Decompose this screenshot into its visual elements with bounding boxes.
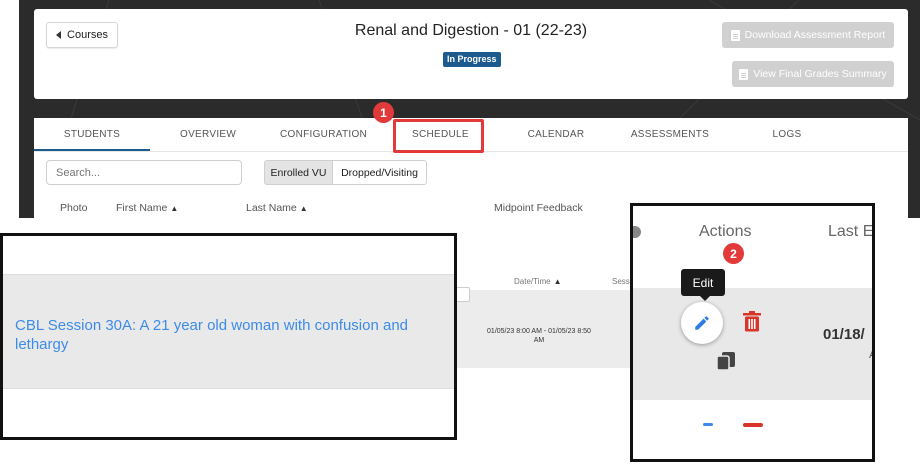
filter-input[interactable]: [455, 287, 470, 302]
last-edited-date: 01/18/: [823, 326, 865, 343]
zoom-panel-actions: Actions Last E Edit 01/18/ A: [630, 203, 875, 462]
course-header: Courses Renal and Digestion - 01 (22-23)…: [34, 9, 908, 99]
column-photo: Photo: [60, 202, 88, 214]
tab-calendar[interactable]: CALENDAR: [526, 129, 586, 140]
tab-students[interactable]: STUDENTS: [60, 129, 124, 140]
tab-assessments[interactable]: ASSESSMENTS: [630, 129, 710, 140]
trash-icon: [743, 311, 761, 332]
session-title-link[interactable]: CBL Session 30A: A 21 year old woman wit…: [15, 316, 445, 354]
grades-button-label: View Final Grades Summary: [753, 68, 887, 80]
column-first-name-label: First Name: [116, 202, 168, 214]
column-date-time-label: Date/Time: [514, 277, 551, 286]
last-edited-time: A: [869, 349, 872, 361]
sort-icon: [633, 226, 641, 238]
copy-icon: [716, 352, 735, 371]
document-icon: [730, 29, 740, 41]
sort-ascending-icon: ▲: [553, 277, 562, 286]
download-button-label: Download Assessment Report: [744, 29, 886, 41]
schedule-tab-highlight: [393, 119, 484, 153]
row-date-time: 01/05/23 8:00 AM - 01/05/23 8:50 AM: [487, 328, 591, 344]
column-first-name[interactable]: First Name ▲︎: [116, 202, 178, 214]
column-last-name-label: Last Name: [246, 202, 297, 214]
copy-button[interactable]: [716, 351, 736, 376]
table-row: [633, 288, 872, 400]
active-tab-indicator: [34, 149, 150, 151]
pencil-icon: [695, 316, 709, 330]
sort-icon: ▲︎: [170, 204, 179, 213]
download-assessment-report-button[interactable]: Download Assessment Report: [722, 22, 894, 48]
tab-configuration[interactable]: CONFIGURATION: [280, 129, 367, 140]
zoom-panel-session: CBL Session 30A: A 21 year old woman wit…: [0, 233, 457, 440]
tab-overview[interactable]: OVERVIEW: [180, 129, 236, 140]
column-session: Sess: [612, 277, 630, 286]
edit-tooltip: Edit: [681, 269, 725, 301]
status-badge: In Progress: [443, 52, 501, 67]
sort-ascending-icon: ▲: [299, 204, 308, 213]
column-last-name[interactable]: Last Name ▲: [246, 202, 308, 214]
row-divider: [3, 388, 454, 389]
edit-icon-partial[interactable]: [703, 423, 713, 426]
clipboard-icon: [739, 68, 749, 80]
tab-logs[interactable]: LOGS: [772, 129, 802, 140]
column-date-time[interactable]: Date/Time ▲: [514, 277, 562, 286]
filter-enrolled[interactable]: Enrolled VU: [264, 160, 333, 185]
view-final-grades-button[interactable]: View Final Grades Summary: [732, 61, 894, 87]
edit-button[interactable]: [681, 302, 723, 344]
delete-button[interactable]: [743, 311, 761, 337]
callout-badge-1: 1: [373, 102, 394, 123]
column-actions: Actions: [699, 223, 752, 240]
column-last-edited: Last E: [828, 223, 874, 240]
filter-dropped-visiting[interactable]: Dropped/Visiting: [332, 160, 427, 185]
callout-badge-2: 2: [723, 243, 744, 264]
search-input[interactable]: [46, 160, 242, 185]
column-midpoint-feedback: Midpoint Feedback: [494, 202, 583, 214]
trash-icon-partial[interactable]: [743, 423, 763, 427]
